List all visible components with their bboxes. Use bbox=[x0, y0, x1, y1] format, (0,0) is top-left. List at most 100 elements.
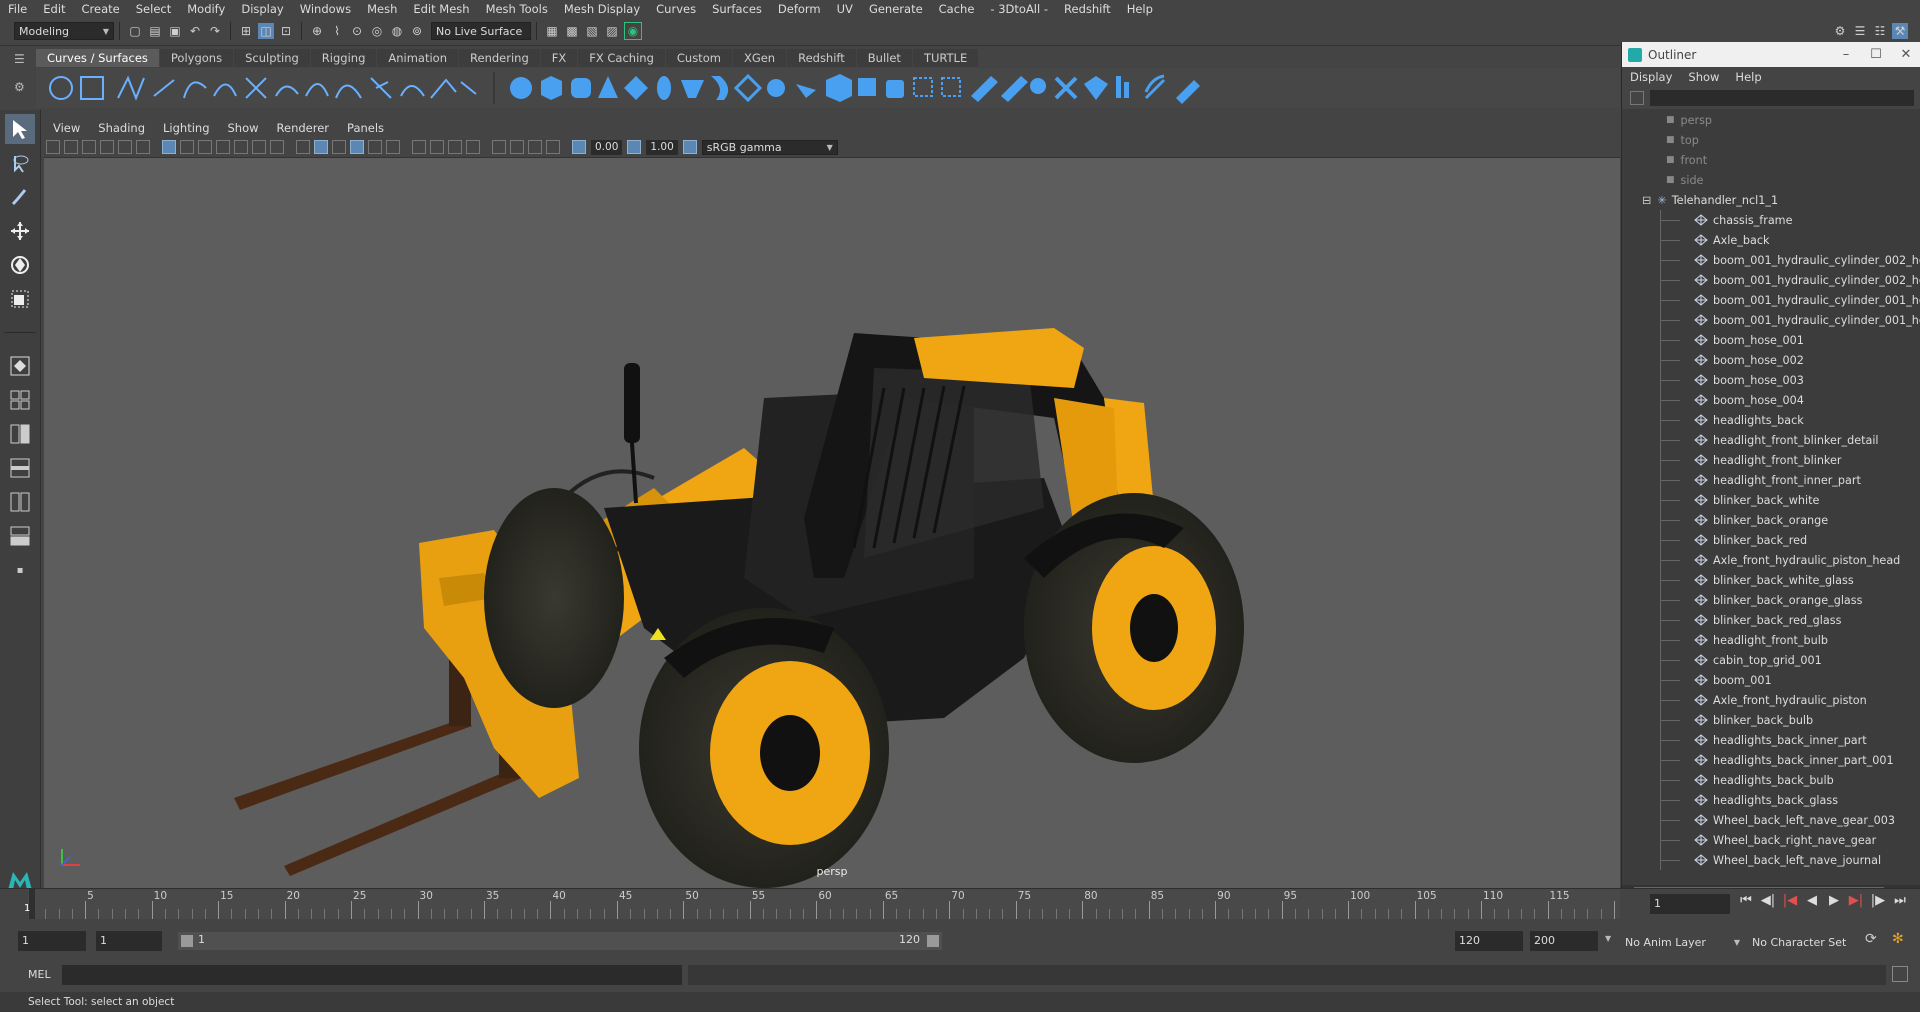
workspace-icon[interactable]: ⚙ bbox=[1832, 23, 1848, 39]
time-slider[interactable]: 5 10 15 20 25 30 35 40 45 50 55 60 65 70 75 80 85 90 95 100… bbox=[0, 888, 1920, 921]
outliner-mesh-item[interactable]: blinker_back_bulb bbox=[1622, 710, 1920, 730]
resolution-gate-icon[interactable] bbox=[198, 140, 212, 154]
ep-curve-icon[interactable] bbox=[153, 79, 175, 97]
shelf-tab-custom[interactable]: Custom bbox=[665, 49, 732, 67]
layout-two-view[interactable] bbox=[5, 487, 35, 517]
image-plane-icon[interactable] bbox=[100, 140, 114, 154]
bezier-icon[interactable] bbox=[245, 77, 267, 99]
safe-action-icon[interactable] bbox=[252, 140, 266, 154]
gate-mask-icon[interactable] bbox=[216, 140, 230, 154]
nurbs-torus-icon[interactable] bbox=[657, 76, 671, 100]
cv-curve-icon[interactable] bbox=[117, 75, 145, 101]
grease-pencil-icon[interactable] bbox=[136, 140, 150, 154]
outliner-mesh-item[interactable]: headlight_front_inner_part bbox=[1622, 470, 1920, 490]
menu-help[interactable]: Help bbox=[1119, 2, 1161, 16]
script-language-label[interactable]: MEL bbox=[28, 968, 51, 981]
step-forward-key-icon[interactable]: ▶| bbox=[1845, 893, 1867, 908]
square-surface-icon[interactable] bbox=[858, 78, 876, 96]
outliner-mesh-item[interactable]: boom_hose_002 bbox=[1622, 350, 1920, 370]
live-surface-field[interactable]: No Live Surface bbox=[431, 22, 531, 40]
outliner-camera-item[interactable]: ■ persp bbox=[1622, 110, 1920, 130]
time-ruler[interactable]: 5 10 15 20 25 30 35 40 45 50 55 60 65 70 75 80 85 90 95 100… bbox=[28, 889, 1620, 919]
outliner-menu-display[interactable]: Display bbox=[1622, 70, 1680, 84]
attribute-editor-icon[interactable]: ☷ bbox=[1872, 23, 1888, 39]
step-back-key-icon[interactable]: |◀ bbox=[1779, 893, 1801, 908]
viewport-menu-show[interactable]: Show bbox=[219, 121, 268, 135]
outliner-mesh-item[interactable]: Axle_front_hydraulic_piston bbox=[1622, 690, 1920, 710]
wireframe-icon[interactable] bbox=[296, 140, 310, 154]
shelf-tab-curves-surfaces[interactable]: Curves / Surfaces bbox=[36, 49, 159, 67]
outliner-mesh-item[interactable]: chassis_frame bbox=[1622, 210, 1920, 230]
viewport-menu-renderer[interactable]: Renderer bbox=[268, 121, 339, 135]
bevel-icon[interactable] bbox=[886, 80, 904, 98]
color-management-icon[interactable] bbox=[682, 140, 697, 154]
birail-icon[interactable] bbox=[796, 84, 816, 98]
select-by-hierarchy-icon[interactable]: ⊞ bbox=[238, 23, 254, 39]
paint-select-tool[interactable] bbox=[5, 182, 35, 212]
step-forward-frame-icon[interactable]: |▶ bbox=[1867, 893, 1889, 908]
arc-icon[interactable] bbox=[213, 83, 237, 97]
open-close-icon-2[interactable] bbox=[1124, 82, 1129, 98]
outliner-mesh-item[interactable]: Axle_front_hydraulic_piston_head bbox=[1622, 550, 1920, 570]
use-all-lights-icon[interactable] bbox=[368, 140, 382, 154]
collapse-icon[interactable]: ⊟ bbox=[1642, 194, 1651, 207]
shelf-tab-turtle[interactable]: TURTLE bbox=[912, 49, 979, 67]
snap-view-icon[interactable]: ◎ bbox=[369, 23, 385, 39]
outliner-camera-item[interactable]: ■ top bbox=[1622, 130, 1920, 150]
go-to-start-icon[interactable]: ⏮ bbox=[1735, 893, 1757, 908]
anim-layer-dropdown[interactable]: No Anim Layer ▼ bbox=[1625, 933, 1740, 951]
nurbs-plane-icon[interactable] bbox=[624, 76, 648, 100]
menu-cache[interactable]: Cache bbox=[931, 2, 983, 16]
menu-generate[interactable]: Generate bbox=[861, 2, 931, 16]
outliner-mesh-item[interactable]: Axle_back bbox=[1622, 230, 1920, 250]
range-end-handle[interactable] bbox=[927, 935, 939, 947]
current-frame-field[interactable]: 1 bbox=[1650, 894, 1730, 914]
attach-curve-icon[interactable] bbox=[275, 85, 299, 97]
new-scene-icon[interactable]: ▢ bbox=[127, 23, 143, 39]
planar-icon[interactable] bbox=[733, 73, 763, 103]
menu-select[interactable]: Select bbox=[128, 2, 179, 16]
untrim-icon[interactable] bbox=[1001, 76, 1028, 102]
boundary-icon[interactable] bbox=[826, 74, 852, 102]
camera-attributes-icon[interactable] bbox=[64, 140, 78, 154]
tool-settings-icon[interactable]: ⚒ bbox=[1892, 23, 1908, 39]
shelf-settings-icon[interactable]: ⚙ bbox=[14, 80, 30, 96]
depth-of-field-icon[interactable] bbox=[466, 140, 480, 154]
outliner-mesh-item[interactable]: blinker_back_red bbox=[1622, 530, 1920, 550]
outliner-group-item[interactable]: ⊟ ✳ Telehandler_ncl1_1 bbox=[1622, 190, 1920, 210]
outliner-mesh-item[interactable]: blinker_back_white_glass bbox=[1622, 570, 1920, 590]
gamma-icon[interactable] bbox=[627, 140, 642, 154]
smooth-shade-icon[interactable] bbox=[314, 140, 328, 154]
snap-point-icon[interactable]: ⊙ bbox=[349, 23, 365, 39]
camera-select-icon[interactable] bbox=[46, 140, 60, 154]
extend-curve-icon[interactable] bbox=[370, 77, 392, 99]
outliner-menu-show[interactable]: Show bbox=[1680, 70, 1727, 84]
outliner-mesh-item[interactable]: headlight_front_blinker_detail bbox=[1622, 430, 1920, 450]
select-by-component-icon[interactable]: ⊡ bbox=[278, 23, 294, 39]
lasso-tool[interactable] bbox=[5, 148, 35, 178]
outliner-mesh-item[interactable]: blinker_back_red_glass bbox=[1622, 610, 1920, 630]
nurbs-cone-icon[interactable] bbox=[598, 76, 618, 98]
animation-prefs-icon[interactable]: ✻ bbox=[1892, 931, 1904, 947]
rotate-tool[interactable] bbox=[5, 250, 35, 280]
outliner-mesh-item[interactable]: cabin_top_grid_001 bbox=[1622, 650, 1920, 670]
menu-display[interactable]: Display bbox=[233, 2, 291, 16]
layout-more[interactable]: ▪ bbox=[5, 555, 35, 585]
channel-box-icon[interactable]: ☰ bbox=[1852, 23, 1868, 39]
outliner-camera-item[interactable]: ■ side bbox=[1622, 170, 1920, 190]
redo-icon[interactable]: ↷ bbox=[207, 23, 223, 39]
menu-create[interactable]: Create bbox=[74, 2, 128, 16]
script-editor-icon[interactable] bbox=[1892, 966, 1908, 982]
menu-curves[interactable]: Curves bbox=[648, 2, 704, 16]
outliner-mesh-item[interactable]: blinker_back_orange bbox=[1622, 510, 1920, 530]
exposure-field[interactable]: 0.00 bbox=[591, 139, 623, 155]
extrude-icon[interactable] bbox=[767, 79, 785, 97]
shelf-tab-redshift[interactable]: Redshift bbox=[787, 49, 856, 67]
open-close-icon[interactable] bbox=[1116, 76, 1121, 98]
outliner-mesh-item[interactable]: blinker_back_white bbox=[1622, 490, 1920, 510]
project-curve-icon[interactable] bbox=[941, 77, 961, 97]
render-settings-icon[interactable]: ▨ bbox=[604, 23, 620, 39]
detach-curve-icon[interactable] bbox=[305, 83, 329, 97]
range-slider-bar-fill[interactable] bbox=[178, 932, 942, 950]
layout-four-view[interactable] bbox=[5, 385, 35, 415]
